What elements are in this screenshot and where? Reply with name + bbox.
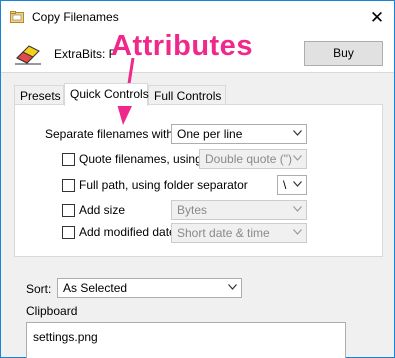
tab-label: Presets [20,89,61,103]
chevron-down-icon [293,181,302,187]
tab-presets[interactable]: Presets [14,85,64,105]
sort-value: As Selected [63,281,128,295]
tab-quick-controls[interactable]: Quick Controls [64,83,149,106]
product-name: ExtraBits: Fr [54,47,114,61]
clipboard-content: settings.png [33,330,98,344]
buy-button[interactable]: Buy [304,41,383,66]
date-format-value: Short date & time [177,226,270,240]
add-size-label: Add size [79,203,126,217]
quick-controls-panel: Separate filenames with: One per line Qu… [14,104,383,257]
full-path-label: Full path, using folder separator [79,178,248,192]
quote-style-select[interactable]: Double quote (") [199,149,307,169]
folder-icon [10,11,24,23]
close-button[interactable]: ✕ [360,1,394,35]
chevron-down-icon [293,155,302,161]
sort-select[interactable]: As Selected [57,278,242,298]
add-modified-date-label: Add modified date [79,225,176,239]
separate-label: Separate filenames with: [45,127,177,141]
size-unit-value: Bytes [177,203,208,217]
separator-value: One per line [177,127,243,141]
full-path-checkbox[interactable] [62,179,75,192]
sort-label: Sort: [26,282,52,296]
chevron-down-icon [293,229,302,235]
quote-filenames-label: Quote filenames, using: [79,152,206,166]
quote-style-value: Double quote (") [205,152,292,166]
tab-label: Quick Controls [70,87,149,101]
date-format-select[interactable]: Short date & time [171,223,307,243]
folder-separator-select[interactable]: \ [277,175,307,195]
clipboard-label: Clipboard [26,304,78,318]
chevron-down-icon [293,130,302,136]
add-modified-date-checkbox[interactable] [62,226,75,239]
folder-separator-value: \ [283,178,287,192]
annotation-label: Attributes [111,30,253,62]
tab-full-controls[interactable]: Full Controls [148,85,226,105]
add-size-checkbox[interactable] [62,204,75,217]
quote-filenames-checkbox[interactable] [62,153,75,166]
window-title: Copy Filenames [32,10,119,24]
chevron-down-icon [228,284,237,290]
clipboard-preview[interactable]: settings.png [26,322,346,358]
separator-select[interactable]: One per line [171,124,307,144]
chevron-down-icon [293,206,302,212]
eraser-icon [15,45,41,65]
close-icon: ✕ [369,8,385,27]
size-unit-select[interactable]: Bytes [171,200,307,220]
copy-filenames-window: Copy Filenames ✕ ExtraBits: Fr Buy Prese… [0,0,395,358]
tab-label: Full Controls [154,89,222,103]
